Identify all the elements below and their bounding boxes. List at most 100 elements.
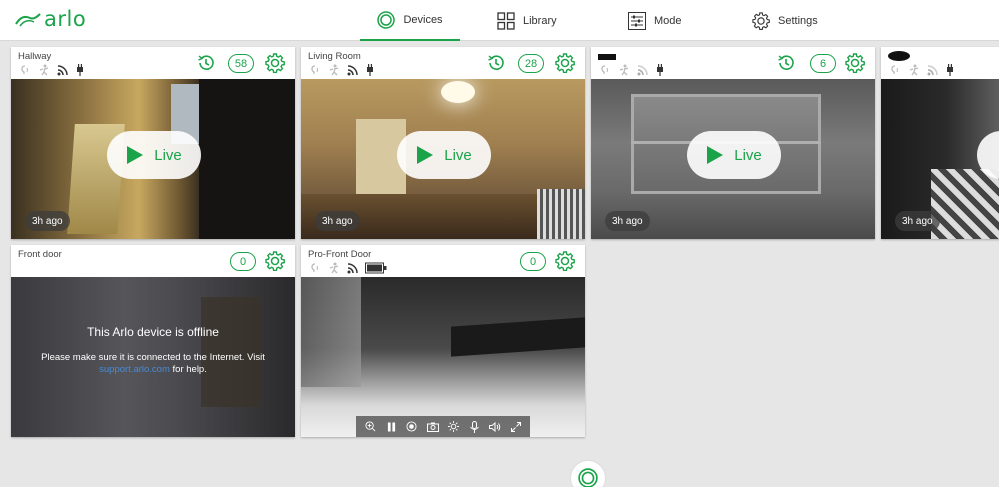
nav-library-label: Library: [523, 14, 557, 27]
mode-sliders-icon: [628, 11, 646, 30]
gear-icon[interactable]: [555, 53, 575, 73]
pillow-bg: [931, 169, 999, 239]
nav-mode-label: Mode: [654, 14, 682, 27]
audio-icon: [891, 64, 898, 74]
plug-icon: [947, 63, 953, 76]
offline-suffix: for help.: [172, 364, 207, 375]
zoom-in-icon[interactable]: [363, 420, 377, 434]
offline-message-text: Please make sure it is connected to the …: [41, 352, 265, 363]
plug-icon: [657, 63, 663, 76]
signal-icon: [637, 64, 648, 75]
live-button[interactable]: Live: [107, 131, 201, 179]
gear-icon[interactable]: [555, 251, 575, 271]
signal-icon: [347, 64, 358, 75]
nav-devices-label: Devices: [403, 13, 443, 26]
camera-card-4[interactable]: 3h ago: [881, 47, 999, 239]
devices-fab-button[interactable]: [570, 460, 606, 487]
clip-count-badge[interactable]: 28: [518, 54, 544, 73]
camera-name-redacted: [598, 54, 616, 60]
last-seen-badge: 3h ago: [315, 211, 360, 231]
motion-icon: [619, 64, 629, 75]
camera-feed-live[interactable]: [301, 277, 585, 437]
history-icon[interactable]: [776, 53, 796, 73]
arlo-bird-icon: [15, 13, 41, 27]
last-seen-badge: 3h ago: [605, 211, 650, 231]
radiator-bg: [537, 189, 585, 239]
camera-feed-thumbnail[interactable]: 3h ago: [881, 79, 999, 239]
card-header: 6: [591, 47, 875, 79]
nav-devices[interactable]: Devices: [360, 0, 460, 41]
battery-icon: [365, 262, 387, 273]
card-header: Hallway 58: [11, 47, 295, 79]
nav-mode[interactable]: Mode: [628, 0, 682, 41]
fullscreen-icon[interactable]: [509, 420, 523, 434]
live-label: Live: [734, 146, 762, 164]
last-seen-badge: 3h ago: [25, 211, 70, 231]
camera-card-hallway[interactable]: Hallway 58 Live 3h ago: [11, 47, 295, 239]
clip-count-badge[interactable]: 58: [228, 54, 254, 73]
camera-name-redacted: [888, 51, 910, 61]
plug-icon: [367, 63, 373, 76]
camera-card-living-room[interactable]: Living Room 28 Live 3h ago: [301, 47, 585, 239]
audio-icon: [311, 64, 318, 74]
camera-feed-thumbnail[interactable]: Live 3h ago: [11, 79, 295, 239]
gear-icon[interactable]: [265, 251, 285, 271]
signal-icon: [57, 64, 68, 75]
microphone-icon[interactable]: [467, 420, 481, 434]
arlo-logo[interactable]: arlo: [14, 4, 86, 34]
signal-icon: [927, 64, 938, 75]
live-label: Live: [444, 146, 472, 164]
camera-icon[interactable]: [426, 420, 440, 434]
support-link[interactable]: support.arlo.com: [99, 364, 170, 375]
brightness-icon[interactable]: [446, 420, 460, 434]
nav-settings-label: Settings: [778, 14, 818, 27]
offline-message: Please make sure it is connected to the …: [31, 352, 275, 376]
top-nav-bar: arlo Devices Library Mode Settings: [0, 0, 999, 41]
camera-feed-thumbnail[interactable]: Live 3h ago: [591, 79, 875, 239]
gear-icon[interactable]: [845, 53, 865, 73]
history-icon[interactable]: [486, 53, 506, 73]
motion-icon: [329, 262, 339, 273]
last-seen-badge: 3h ago: [895, 211, 940, 231]
play-icon: [707, 146, 724, 164]
card-header: Living Room 28: [301, 47, 585, 79]
clip-count-badge[interactable]: 6: [810, 54, 836, 73]
ceiling-light: [441, 81, 475, 103]
signal-icon: [347, 262, 358, 273]
live-label: Live: [154, 146, 182, 164]
clip-count-badge[interactable]: 0: [230, 252, 256, 271]
nav-library[interactable]: Library: [497, 0, 557, 41]
clip-count-badge[interactable]: 0: [520, 252, 546, 271]
speaker-icon[interactable]: [488, 420, 502, 434]
status-icons: [599, 63, 665, 76]
status-icons: [309, 63, 375, 76]
card-header: Front door 0: [11, 245, 295, 277]
motion-icon: [909, 64, 919, 75]
logo-text: arlo: [44, 7, 87, 31]
status-icons: [889, 63, 955, 76]
camera-name: Pro-Front Door: [308, 249, 372, 260]
plug-icon: [77, 63, 83, 76]
camera-card-front-door[interactable]: Front door 0 This Arlo device is offline…: [11, 245, 295, 437]
shelf-bg: [451, 317, 585, 357]
audio-icon: [21, 64, 28, 74]
glass-bg: [301, 277, 361, 387]
motion-icon: [39, 64, 49, 75]
status-icons: [19, 63, 85, 76]
play-icon: [127, 146, 144, 164]
camera-card-pro-front-door[interactable]: Pro-Front Door 0: [301, 245, 585, 437]
card-header: Pro-Front Door 0: [301, 245, 585, 277]
camera-card-3[interactable]: 6 Live 3h ago: [591, 47, 875, 239]
settings-gear-icon: [752, 11, 770, 30]
pause-icon[interactable]: [384, 420, 398, 434]
nav-settings[interactable]: Settings: [752, 0, 818, 41]
history-icon[interactable]: [196, 53, 216, 73]
audio-icon: [601, 64, 608, 74]
gear-icon[interactable]: [265, 53, 285, 73]
record-icon[interactable]: [405, 420, 419, 434]
player-controls: [356, 416, 530, 437]
live-button[interactable]: Live: [397, 131, 491, 179]
library-grid-icon: [497, 11, 515, 30]
camera-feed-thumbnail[interactable]: Live 3h ago: [301, 79, 585, 239]
live-button[interactable]: Live: [687, 131, 781, 179]
